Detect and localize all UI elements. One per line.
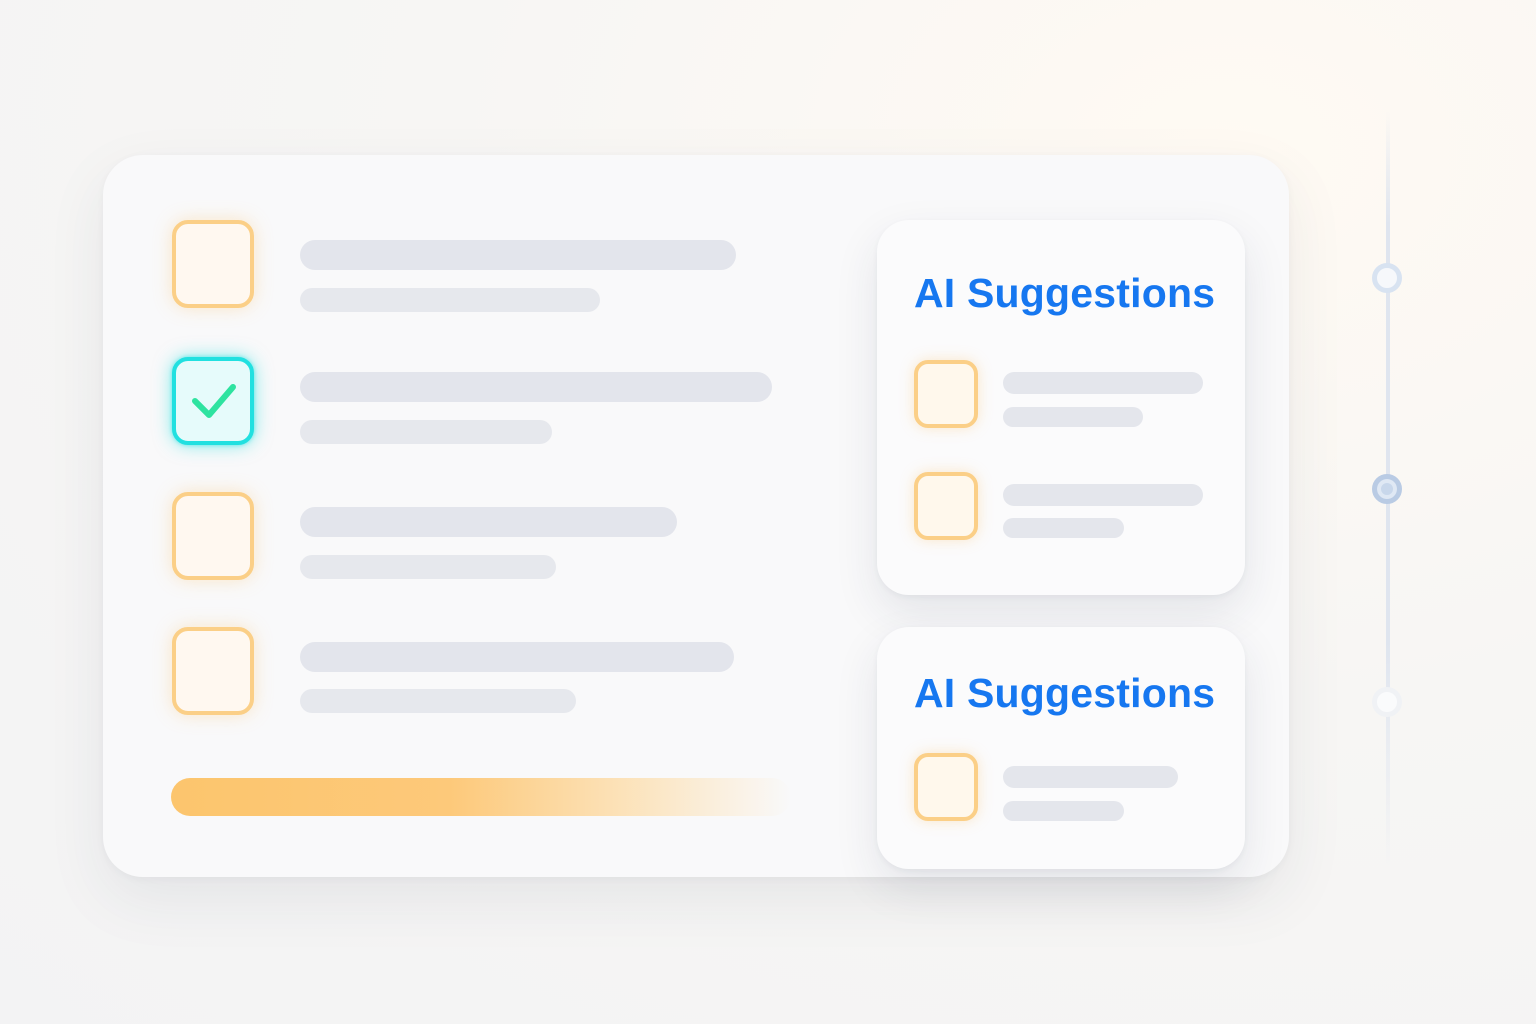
suggestion-checkbox[interactable] bbox=[914, 472, 978, 540]
ai-suggestions-panel: AI Suggestions bbox=[877, 220, 1245, 595]
task-checkbox[interactable] bbox=[172, 627, 254, 715]
timeline-node[interactable] bbox=[1372, 687, 1402, 717]
suggestion-subtitle-placeholder bbox=[1003, 801, 1124, 821]
suggestion-title-placeholder bbox=[1003, 484, 1203, 506]
timeline-node-active[interactable] bbox=[1372, 474, 1402, 504]
timeline bbox=[1372, 110, 1402, 870]
task-checkbox-checked[interactable] bbox=[172, 357, 254, 445]
task-subtitle-placeholder bbox=[300, 420, 552, 444]
task-subtitle-placeholder bbox=[300, 689, 576, 713]
suggestion-subtitle-placeholder bbox=[1003, 407, 1143, 427]
task-row bbox=[172, 357, 792, 453]
task-checkbox[interactable] bbox=[172, 220, 254, 308]
task-title-placeholder bbox=[300, 642, 734, 672]
suggestion-subtitle-placeholder bbox=[1003, 518, 1124, 538]
suggestion-item bbox=[914, 360, 1214, 430]
task-title-placeholder bbox=[300, 240, 736, 270]
suggestion-title-placeholder bbox=[1003, 372, 1203, 394]
task-subtitle-placeholder bbox=[300, 288, 600, 312]
suggestion-item bbox=[914, 753, 1214, 823]
timeline-node[interactable] bbox=[1372, 263, 1402, 293]
suggestion-item bbox=[914, 472, 1214, 542]
task-row bbox=[172, 627, 792, 723]
task-subtitle-placeholder bbox=[300, 555, 556, 579]
task-row bbox=[172, 492, 792, 588]
checkmark-icon bbox=[192, 384, 236, 418]
task-checkbox[interactable] bbox=[172, 492, 254, 580]
suggestion-title-placeholder bbox=[1003, 766, 1178, 788]
ai-suggestions-panel: AI Suggestions bbox=[877, 627, 1245, 869]
task-title-placeholder bbox=[300, 507, 677, 537]
suggestion-checkbox[interactable] bbox=[914, 360, 978, 428]
suggestion-checkbox[interactable] bbox=[914, 753, 978, 821]
task-row bbox=[172, 220, 792, 316]
progress-bar bbox=[171, 778, 791, 816]
task-title-placeholder bbox=[300, 372, 772, 402]
panel-title: AI Suggestions bbox=[914, 670, 1216, 716]
panel-title: AI Suggestions bbox=[914, 270, 1216, 316]
